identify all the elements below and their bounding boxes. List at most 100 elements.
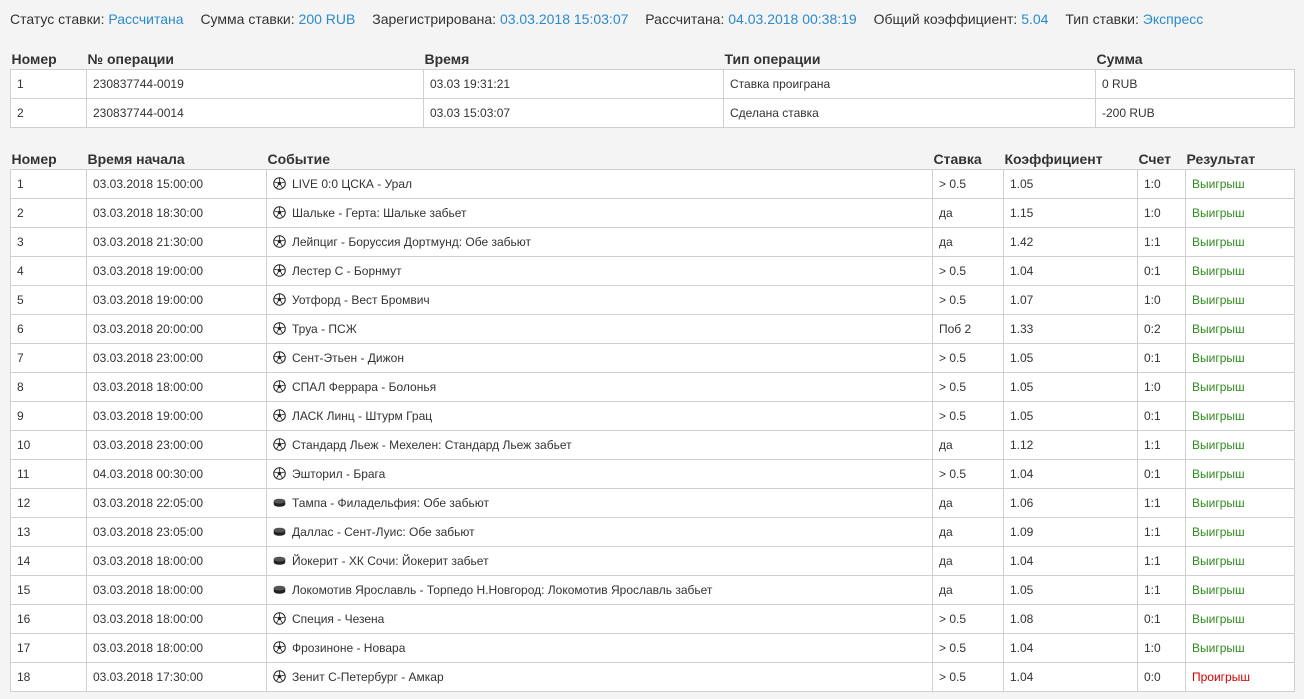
soccer-ball-icon: [273, 409, 292, 423]
event-start-time: 03.03.2018 18:00:00: [86, 633, 267, 663]
op-time: 03.03 19:31:21: [423, 69, 724, 99]
event-score: 1:1: [1137, 430, 1186, 460]
soccer-ball-icon: [273, 177, 292, 191]
event-number: 11: [10, 459, 87, 489]
settled-value: 04.03.2018 00:38:19: [728, 11, 857, 27]
event-row: 5 03.03.2018 19:00:00 Уотфорд - Вест Бромв…: [10, 285, 1295, 315]
event-name: Труа - ПСЖ: [266, 314, 933, 344]
soccer-ball-icon: [273, 380, 292, 394]
settled-label: Рассчитана:: [645, 11, 725, 27]
soccer-ball-icon: [273, 612, 292, 626]
event-number: 10: [10, 430, 87, 460]
event-coef: 1.05: [1003, 401, 1138, 431]
event-result: Выигрыш: [1185, 401, 1295, 431]
event-bet: > 0.5: [932, 662, 1004, 692]
event-result: Выигрыш: [1185, 169, 1295, 199]
event-coef: 1.05: [1003, 575, 1138, 605]
operation-row: 2 230837744-0014 03.03 15:03:07 Сделана ста…: [10, 98, 1295, 128]
event-start-time: 03.03.2018 19:00:00: [86, 401, 267, 431]
event-bet: > 0.5: [932, 604, 1004, 634]
event-coef: 1.05: [1003, 343, 1138, 373]
hockey-puck-icon: [273, 583, 292, 597]
event-score: 1:1: [1137, 517, 1186, 547]
event-score: 0:1: [1137, 256, 1186, 286]
amount-label: Сумма ставки:: [200, 11, 295, 27]
event-title: Йокерит - ХК Сочи: Йокерит забьет: [292, 554, 489, 568]
event-name: LIVE 0:0 ЦСКА - Урал: [266, 169, 933, 199]
event-name: Стандард Льеж - Мехелен: Стандард Льеж з…: [266, 430, 933, 460]
event-name: ЛАСК Линц - Штурм Грац: [266, 401, 933, 431]
event-row: 17 03.03.2018 18:00:00 Фрозиноне - Новара >…: [10, 633, 1295, 663]
event-score: 1:1: [1137, 546, 1186, 576]
event-bet: > 0.5: [932, 285, 1004, 315]
event-start-time: 03.03.2018 18:00:00: [86, 575, 267, 605]
event-coef: 1.33: [1003, 314, 1138, 344]
event-start-time: 03.03.2018 21:30:00: [86, 227, 267, 257]
soccer-ball-icon: [273, 322, 292, 336]
event-score: 0:1: [1137, 343, 1186, 373]
event-score: 1:1: [1137, 488, 1186, 518]
ops-col-op-id: № операции: [87, 51, 174, 67]
hockey-puck-icon: [273, 525, 292, 539]
event-bet: > 0.5: [932, 459, 1004, 489]
event-name: Лестер С - Борнмут: [266, 256, 933, 286]
event-row: 6 03.03.2018 20:00:00 Труа - ПСЖ Поб 2 1.33 0…: [10, 314, 1295, 344]
event-name: Эшторил - Брага: [266, 459, 933, 489]
event-row: 14 03.03.2018 18:00:00 Йокерит - ХК Сочи: …: [10, 546, 1295, 576]
event-result: Выигрыш: [1185, 285, 1295, 315]
event-bet: да: [932, 575, 1004, 605]
event-bet: да: [932, 198, 1004, 228]
event-row: 16 03.03.2018 18:00:00 Специя - Чезена > 0.…: [10, 604, 1295, 634]
event-title: Сент-Этьен - Дижон: [292, 351, 404, 365]
event-result: Выигрыш: [1185, 256, 1295, 286]
event-title: Стандард Льеж - Мехелен: Стандард Льеж з…: [292, 438, 572, 452]
ops-col-number: Номер: [11, 51, 57, 67]
event-result: Выигрыш: [1185, 430, 1295, 460]
soccer-ball-icon: [273, 641, 292, 655]
event-score: 0:0: [1137, 662, 1186, 692]
event-number: 6: [10, 314, 87, 344]
event-score: 1:1: [1137, 227, 1186, 257]
coef-value: 5.04: [1021, 11, 1049, 27]
event-number: 17: [10, 633, 87, 663]
event-row: 10 03.03.2018 23:00:00 Стандард Льеж - Мех…: [10, 430, 1295, 460]
event-score: 0:1: [1137, 604, 1186, 634]
event-bet: > 0.5: [932, 256, 1004, 286]
op-type: Сделана ставка: [723, 98, 1096, 128]
event-title: Лейпциг - Боруссия Дортмунд: Обе забьют: [292, 235, 531, 249]
events-col-number: Номер: [11, 151, 57, 167]
event-start-time: 03.03.2018 23:00:00: [86, 430, 267, 460]
event-start-time: 03.03.2018 18:00:00: [86, 546, 267, 576]
ops-col-type: Тип операции: [724, 51, 821, 67]
event-row: 18 03.03.2018 17:30:00 Зенит С-Петербург -…: [10, 662, 1295, 692]
event-title: Шальке - Герта: Шальке забьет: [292, 206, 467, 220]
op-number: 1: [10, 69, 87, 99]
event-score: 0:1: [1137, 459, 1186, 489]
event-name: Лейпциг - Боруссия Дортмунд: Обе забьют: [266, 227, 933, 257]
event-bet: да: [932, 488, 1004, 518]
hockey-puck-icon: [273, 496, 292, 510]
event-coef: 1.08: [1003, 604, 1138, 634]
event-title: Фрозиноне - Новара: [292, 641, 406, 655]
event-row: 1 03.03.2018 15:00:00 LIVE 0:0 ЦСКА - Урал…: [10, 169, 1295, 199]
events-header-row: Номер Время начала Событие Ставка Коэффи…: [11, 149, 1295, 170]
registered-label: Зарегистрирована:: [372, 11, 497, 27]
event-number: 2: [10, 198, 87, 228]
event-row: 15 03.03.2018 18:00:00 Локомотив Ярославль…: [10, 575, 1295, 605]
event-score: 1:0: [1137, 372, 1186, 402]
operation-row: 1 230837744-0019 03.03 19:31:21 Ставка прои…: [10, 69, 1295, 99]
event-bet: > 0.5: [932, 372, 1004, 402]
event-start-time: 03.03.2018 18:30:00: [86, 198, 267, 228]
event-coef: 1.05: [1003, 169, 1138, 199]
event-title: Локомотив Ярославль - Торпедо Н.Новгород…: [292, 583, 713, 597]
event-title: Тампа - Филадельфия: Обе забьют: [292, 496, 489, 510]
event-coef: 1.09: [1003, 517, 1138, 547]
soccer-ball-icon: [273, 438, 292, 452]
event-number: 18: [10, 662, 87, 692]
event-row: 9 03.03.2018 19:00:00 ЛАСК Линц - Штурм Гр…: [10, 401, 1295, 431]
event-bet: > 0.5: [932, 633, 1004, 663]
event-start-time: 03.03.2018 23:00:00: [86, 343, 267, 373]
event-score: 1:0: [1137, 169, 1186, 199]
soccer-ball-icon: [273, 235, 292, 249]
event-name: Уотфорд - Вест Бромвич: [266, 285, 933, 315]
